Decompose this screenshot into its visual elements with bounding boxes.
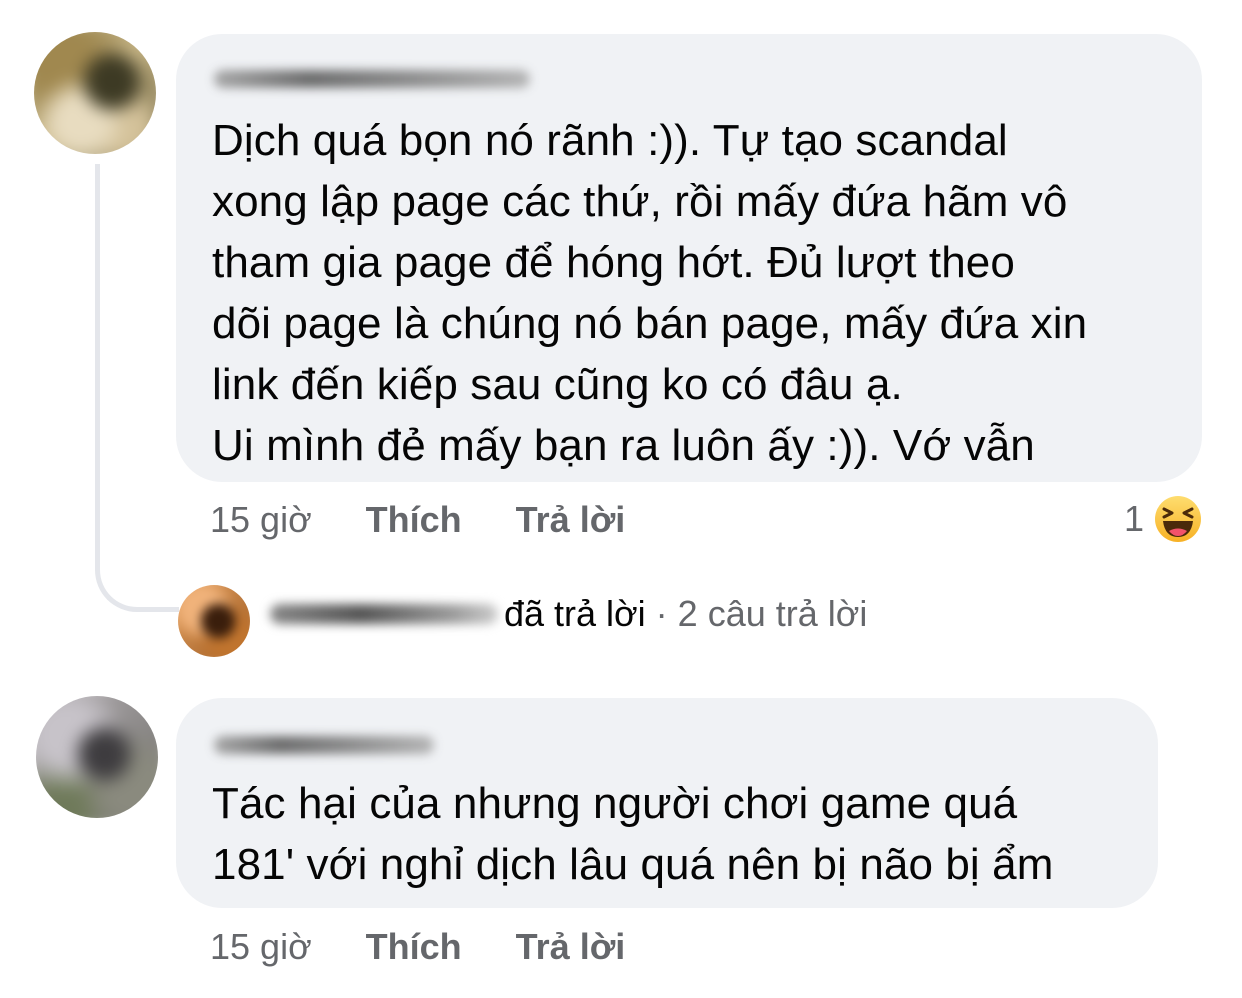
- commenter-name-redacted[interactable]: [214, 70, 530, 88]
- like-button[interactable]: Thích: [366, 926, 462, 968]
- comment-text: Dịch quá bọn nó rãnh :)). Tự tạo scandal…: [212, 116, 1088, 470]
- comment-text: Tác hại của nhưng người chơi game quá 18…: [212, 779, 1054, 889]
- commenter-avatar[interactable]: [36, 696, 158, 818]
- haha-emoji-icon: [1155, 496, 1202, 542]
- comment-bubble: Tác hại của nhưng người chơi game quá 18…: [176, 698, 1158, 908]
- reply-button[interactable]: Trả lời: [516, 926, 626, 968]
- reaction-count: 1: [1124, 498, 1145, 539]
- reply-count: 2 câu trả lời: [677, 593, 868, 634]
- replier-avatar[interactable]: [178, 585, 250, 657]
- replied-text: đã trả lời: [504, 593, 646, 634]
- like-button[interactable]: Thích: [366, 499, 462, 541]
- commenter-name-redacted[interactable]: [214, 736, 434, 754]
- reaction-summary[interactable]: 1: [1124, 494, 1202, 544]
- reply-thread-connector: [95, 164, 179, 612]
- comment-actions: 15 giờ Thích Trả lời: [210, 925, 679, 969]
- replier-name-redacted: [270, 604, 498, 624]
- separator-dot: ·: [655, 593, 668, 634]
- comment-timestamp[interactable]: 15 giờ: [210, 499, 312, 541]
- comment-bubble: Dịch quá bọn nó rãnh :)). Tự tạo scandal…: [176, 34, 1202, 482]
- comment-actions: 15 giờ Thích Trả lời: [210, 498, 679, 542]
- comment-timestamp[interactable]: 15 giờ: [210, 926, 312, 968]
- view-replies-link[interactable]: đã trả lời · 2 câu trả lời: [270, 592, 867, 636]
- reply-button[interactable]: Trả lời: [516, 499, 626, 541]
- commenter-avatar[interactable]: [34, 32, 156, 154]
